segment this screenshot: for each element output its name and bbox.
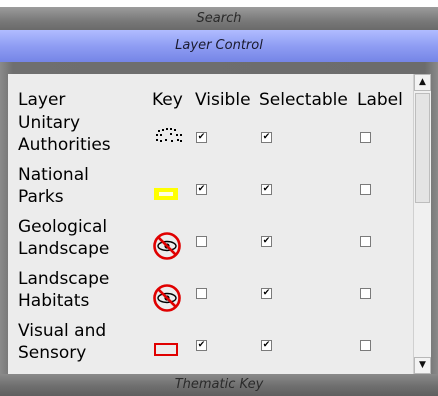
column-header-visible: Visible: [195, 90, 251, 110]
visible-checkbox[interactable]: ✔: [196, 184, 207, 195]
layer-row-geological-landscape: Geological Landscape ✔: [8, 216, 413, 268]
label-checkbox[interactable]: [360, 132, 371, 143]
search-panel-header[interactable]: Search: [0, 7, 438, 30]
column-header-key: Key: [152, 90, 183, 110]
vertical-scrollbar[interactable]: ▲ ▼: [413, 74, 431, 374]
selectable-checkbox[interactable]: ✔: [261, 132, 272, 143]
layer-row-visual-and-sensory: Visual and Sensory ✔ ✔: [8, 320, 413, 372]
selectable-checkbox[interactable]: ✔: [261, 340, 272, 351]
visible-checkbox[interactable]: [196, 288, 207, 299]
layer-name: Geological Landscape: [18, 217, 110, 259]
visible-checkbox[interactable]: ✔: [196, 132, 207, 143]
scroll-down-arrow-icon[interactable]: ▼: [414, 357, 431, 374]
label-checkbox[interactable]: [360, 236, 371, 247]
scrollbar-thumb[interactable]: [415, 93, 430, 203]
selectable-checkbox[interactable]: ✔: [261, 184, 272, 195]
selectable-checkbox[interactable]: ✔: [261, 236, 272, 247]
visible-checkbox[interactable]: ✔: [196, 340, 207, 351]
label-checkbox[interactable]: [360, 340, 371, 351]
layer-name: Landscape Habitats: [18, 269, 110, 311]
yellow-rectangle-icon: [150, 174, 190, 208]
red-rectangle-icon: [150, 330, 190, 364]
selectable-checkbox[interactable]: ✔: [261, 288, 272, 299]
layer-table: Layer Key Visible Selectable Label Unita…: [8, 74, 413, 374]
hidden-eye-icon: [150, 226, 190, 260]
label-checkbox[interactable]: [360, 288, 371, 299]
hidden-eye-icon: [150, 278, 190, 312]
layer-name: Unitary Authorities: [18, 113, 111, 155]
layer-control-panel: Layer Key Visible Selectable Label Unita…: [0, 62, 438, 374]
layer-row-landscape-habitats: Landscape Habitats ✔: [8, 268, 413, 320]
dotted-boundary-icon: [150, 122, 190, 156]
visible-checkbox[interactable]: [196, 236, 207, 247]
layer-control-window: Search Layer Control Layer Key Visible S…: [0, 0, 438, 396]
scroll-up-arrow-icon[interactable]: ▲: [414, 74, 431, 91]
thematic-key-panel-header[interactable]: Thematic Key: [0, 374, 438, 396]
layer-row-national-parks: National Parks ✔ ✔: [8, 164, 413, 216]
layer-name: National Parks: [18, 165, 89, 207]
column-header-selectable: Selectable: [259, 90, 348, 110]
column-header-label: Label: [357, 90, 403, 110]
column-header-layer: Layer: [18, 90, 66, 110]
layer-control-panel-header[interactable]: Layer Control: [0, 30, 438, 62]
layer-name: Visual and Sensory: [18, 321, 107, 363]
layer-row-unitary-authorities: Unitary Authorities ✔ ✔: [8, 112, 413, 164]
label-checkbox[interactable]: [360, 184, 371, 195]
